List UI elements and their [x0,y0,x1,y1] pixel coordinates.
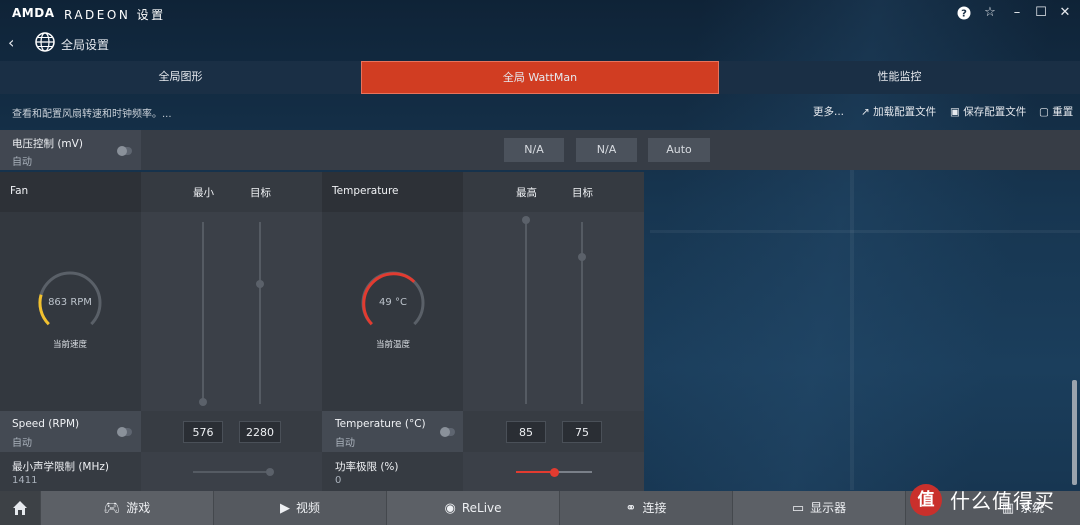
fan-min-input[interactable]: 576 [183,421,223,443]
fan-speed-auto-toggle[interactable] [117,427,132,437]
watermark-text: 什么值得买 [950,489,1055,513]
tab-global-wattman[interactable]: 全局 WattMan [361,61,719,94]
monitor-icon: ▭ [791,501,805,516]
temperature-gauge-label: 当前温度 [375,340,410,350]
fan-speed-values-row [141,411,322,452]
temperature-target-input[interactable]: 75 [562,421,602,443]
nav-video-label: 视频 [295,501,320,515]
temperature-col-max: 最高 [516,187,537,199]
relive-icon: ◉ [444,501,456,516]
voltage-control-mode: 自动 [12,157,32,168]
nav-relive-label: ReLive [461,501,502,515]
home-button[interactable] [0,491,40,525]
minimize-button[interactable]: – [1008,4,1026,22]
power-slider-handle[interactable] [550,468,559,477]
temperature-gauge-value: 49 °C [379,297,407,308]
nav-video[interactable]: ▶ 视频 [213,491,386,525]
svg-text:?: ? [961,9,967,20]
more-button[interactable]: 更多... [813,104,844,119]
tab-performance-monitor[interactable]: 性能监控 [719,61,1080,94]
play-icon: ▶ [279,501,290,516]
acoustic-limit-title: 最小声学限制 (MHz) [12,461,109,473]
load-profile-button[interactable]: ↗ 加载配置文件 [861,104,936,119]
reset-icon: ▢ [1039,106,1049,118]
temperature-mode: 自动 [335,438,355,449]
save-disk-icon: ▣ [950,106,960,118]
amd-logo: AMDA [12,6,55,20]
nav-display-label: 显示器 [810,501,847,515]
nav-relive[interactable]: ◉ ReLive [386,491,559,525]
nav-connect-label: 连接 [642,501,667,515]
connect-icon: ⚭ [625,501,637,516]
fan-target-input[interactable]: 2280 [239,421,281,443]
temperature-max-slider-track[interactable] [525,222,527,404]
fan-target-slider-track[interactable] [259,222,261,404]
temperature-max-slider-handle[interactable] [522,216,530,224]
page-description: 查看和配置风扇转速和时钟频率。... [12,109,172,120]
globe-icon [35,32,55,52]
temperature-target-slider-handle[interactable] [578,253,586,261]
power-limit-title: 功率极限 (%) [335,461,399,473]
nav-display[interactable]: ▭ 显示器 [732,491,905,525]
voltage-value-3[interactable]: Auto [648,138,710,162]
tab-global-graphics[interactable]: 全局图形 [0,61,361,94]
page-title: 全局设置 [61,38,110,52]
nav-connect[interactable]: ⚭ 连接 [559,491,732,525]
arrow-up-right-icon: ↗ [861,106,870,118]
help-icon[interactable]: ? [955,4,973,22]
voltage-value-1[interactable]: N/A [504,138,564,162]
temperature-values-row [463,411,644,452]
fan-min-slider-track[interactable] [202,222,204,404]
acoustic-slider-track[interactable] [193,471,271,473]
close-button[interactable]: ✕ [1056,4,1074,22]
temperature-target-slider-track[interactable] [581,222,583,404]
power-slider-track[interactable] [554,471,592,473]
nav-games-label: 游戏 [126,501,151,515]
home-icon [13,501,27,515]
scrollbar[interactable] [1072,380,1077,485]
temperature-auto-toggle[interactable] [440,427,455,437]
nav-games[interactable]: 🎮︎ 游戏 [40,491,213,525]
favorite-star-icon[interactable]: ☆ [981,4,999,22]
reset-label: 重置 [1052,106,1074,118]
back-button[interactable]: ‹ [8,33,14,52]
fan-min-slider-handle[interactable] [199,398,207,406]
fan-columns-header [141,172,322,212]
fan-gauge-label: 当前速度 [52,340,87,350]
gamepad-icon: 🎮︎ [103,501,121,516]
voltage-control-title: 电压控制 (mV) [12,138,83,150]
fan-col-min: 最小 [193,187,214,199]
save-profile-button[interactable]: ▣ 保存配置文件 [950,104,1026,119]
reset-button[interactable]: ▢ 重置 [1039,104,1073,119]
fan-speed-mode: 自动 [12,438,32,449]
temperature-title: Temperature (°C) [335,418,426,430]
fan-gauge-value: 863 RPM [48,297,92,308]
temperature-max-input[interactable]: 85 [506,421,546,443]
power-limit-value: 0 [335,475,342,486]
temperature-slider-panel [463,212,644,411]
temperature-header: Temperature [332,185,399,197]
acoustic-limit-value: 1411 [12,475,38,486]
voltage-value-2[interactable]: N/A [576,138,637,162]
fan-speed-title: Speed (RPM) [12,418,80,430]
fan-header: Fan [10,185,29,197]
fan-col-target: 目标 [250,187,271,199]
maximize-button[interactable]: ☐ [1032,4,1050,22]
fan-slider-panel [141,212,322,411]
save-profile-label: 保存配置文件 [963,106,1027,118]
watermark-logo: 值 [910,484,942,516]
power-slider-fill [516,471,554,473]
fan-target-slider-handle[interactable] [256,280,264,288]
load-profile-label: 加载配置文件 [873,106,937,118]
temperature-columns-header [463,172,644,212]
temperature-col-target: 目标 [572,187,593,199]
acoustic-slider-handle[interactable] [266,468,274,476]
voltage-auto-toggle[interactable] [117,146,132,156]
app-brand: RADEON 设置 [64,8,166,22]
